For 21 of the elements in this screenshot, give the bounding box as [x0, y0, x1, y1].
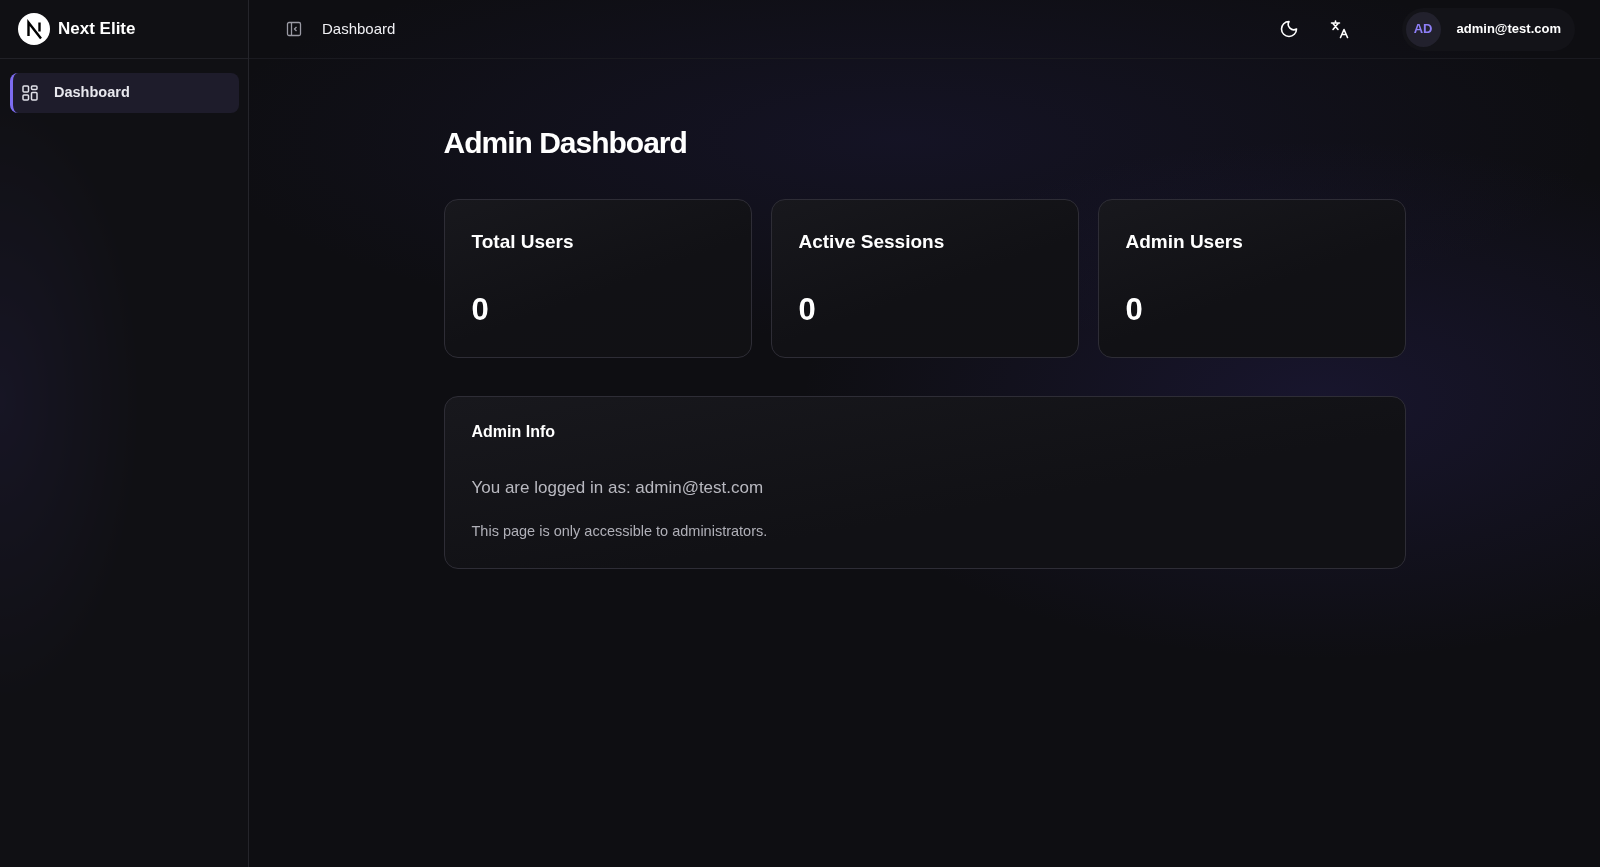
- stat-label: Active Sessions: [798, 230, 946, 253]
- sidebar-toggle-icon: [286, 21, 302, 37]
- breadcrumb-text: Dashboard: [322, 18, 396, 39]
- stat-value: 0: [471, 292, 490, 328]
- user-avatar: AD: [1405, 11, 1441, 47]
- stat-value: 0: [798, 292, 817, 328]
- page-title: Admin Dashboard: [443, 125, 688, 161]
- stat-value: 0: [1125, 292, 1144, 328]
- stat-label: Total Users: [471, 230, 575, 253]
- logo-icon: [18, 13, 50, 45]
- brand-name: Next Elite: [58, 18, 136, 41]
- sidebar-item[interactable]: Dashboard: [10, 73, 239, 113]
- info-title: Admin Info: [471, 422, 557, 442]
- moon-icon: [1279, 20, 1298, 38]
- translate-icon: [1329, 19, 1350, 39]
- user-menu-button[interactable]: AD admin@test.com: [1401, 7, 1575, 51]
- user-email: admin@test.com: [1456, 20, 1561, 39]
- stat-label: Admin Users: [1125, 230, 1244, 253]
- grid-icon: [22, 85, 38, 101]
- info-text: You are logged in as: admin@test.com: [471, 477, 765, 499]
- info-text: This page is only accessible to administrators.: [471, 522, 769, 541]
